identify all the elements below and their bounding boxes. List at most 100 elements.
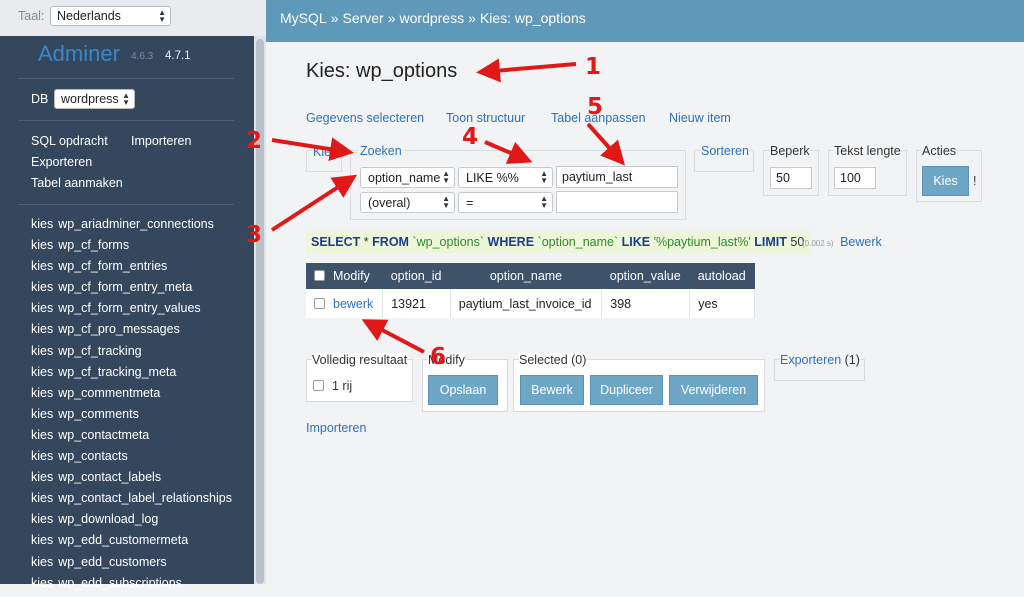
search-operator-select[interactable]: LIKE %% ▲ ▼	[458, 167, 553, 188]
sidebar-table-kies[interactable]: kies	[31, 576, 53, 590]
sidebar-scrollbar[interactable]	[254, 36, 266, 584]
sidebar-table-name[interactable]: wp_edd_customers	[58, 555, 166, 569]
adminer-logo[interactable]: Adminer	[38, 41, 120, 67]
sidebar-table-item[interactable]: kies wp_contact_label_relationships	[31, 491, 232, 512]
tab-show-structure[interactable]: Toon structuur	[446, 111, 525, 125]
sidebar-table-item[interactable]: kies wp_ariadminer_connections	[31, 217, 232, 238]
search-operator-select-2[interactable]: = ▲ ▼	[458, 192, 553, 213]
sidebar-table-name[interactable]: wp_download_log	[58, 512, 158, 526]
bulk-edit-button[interactable]: Bewerk	[520, 375, 584, 405]
tab-new-item[interactable]: Nieuw item	[669, 111, 731, 125]
sidebar-table-item[interactable]: kies wp_download_log	[31, 512, 232, 533]
sidebar-table-item[interactable]: kies wp_cf_pro_messages	[31, 322, 232, 343]
sidebar-table-kies[interactable]: kies	[31, 555, 53, 569]
header-option-value[interactable]: option_value	[601, 263, 690, 289]
full-result-checkbox[interactable]	[313, 380, 324, 391]
tab-select-data[interactable]: Gegevens selecteren	[306, 111, 424, 125]
version-new[interactable]: 4.7.1	[165, 50, 191, 62]
sidebar-table-kies[interactable]: kies	[31, 259, 53, 273]
sidebar-table-item[interactable]: kies wp_edd_customers	[31, 555, 232, 576]
header-modify-label: Modify	[333, 269, 370, 283]
sidebar-table-name[interactable]: wp_cf_form_entry_meta	[58, 280, 192, 294]
delete-button[interactable]: Verwijderen	[669, 375, 758, 405]
select-columns-legend[interactable]: Kies	[313, 145, 338, 159]
sidebar-table-item[interactable]: kies wp_edd_subscriptions	[31, 576, 232, 597]
row-checkbox[interactable]	[314, 297, 325, 309]
search-column-select[interactable]: option_name ▲ ▼	[360, 167, 455, 188]
sidebar-table-item[interactable]: kies wp_cf_form_entry_meta	[31, 280, 232, 301]
save-button[interactable]: Opslaan	[428, 375, 498, 405]
search-value-input[interactable]: paytium_last	[556, 166, 678, 188]
export-link[interactable]: Exporteren	[31, 155, 92, 169]
sidebar-table-name[interactable]: wp_cf_tracking_meta	[58, 365, 176, 379]
sidebar-table-kies[interactable]: kies	[31, 428, 53, 442]
sidebar-table-kies[interactable]: kies	[31, 386, 53, 400]
sidebar-table-kies[interactable]: kies	[31, 301, 53, 315]
sidebar-table-item[interactable]: kies wp_cf_tracking	[31, 344, 232, 365]
header-option-name[interactable]: option_name	[450, 263, 602, 289]
sidebar-table-item[interactable]: kies wp_cf_tracking_meta	[31, 365, 232, 386]
search-column-select-2[interactable]: (overal) ▲ ▼	[360, 192, 455, 213]
sidebar-table-item[interactable]: kies wp_cf_form_entries	[31, 259, 232, 280]
sql-command-link[interactable]: SQL opdracht	[31, 134, 108, 148]
sidebar-table-kies[interactable]: kies	[31, 449, 53, 463]
sidebar-table-item[interactable]: kies wp_contactmeta	[31, 428, 232, 449]
import-toggle-link[interactable]: Importeren	[306, 421, 366, 435]
sort-legend[interactable]: Sorteren	[701, 144, 749, 158]
sidebar-table-kies[interactable]: kies	[31, 365, 53, 379]
sidebar-table-item[interactable]: kies wp_contact_labels	[31, 470, 232, 491]
breadcrumb-item[interactable]: MySQL	[280, 10, 327, 26]
sidebar-table-name[interactable]: wp_cf_form_entries	[58, 259, 167, 273]
sidebar: Taal: Nederlands ▲ ▼ Adminer 4.6.3 4.7.1 …	[0, 0, 266, 590]
sidebar-table-kies[interactable]: kies	[31, 470, 53, 484]
header-modify[interactable]: Modify	[306, 263, 383, 289]
header-autoload[interactable]: autoload	[689, 263, 755, 289]
limit-input[interactable]: 50	[770, 167, 812, 189]
text-length-input[interactable]: 100	[834, 167, 876, 189]
sidebar-table-name[interactable]: wp_comments	[58, 407, 139, 421]
breadcrumb-item[interactable]: Server	[342, 10, 383, 26]
sidebar-table-kies[interactable]: kies	[31, 280, 53, 294]
sidebar-table-item[interactable]: kies wp_commentmeta	[31, 386, 232, 407]
sidebar-table-kies[interactable]: kies	[31, 491, 53, 505]
sidebar-table-name[interactable]: wp_contacts	[58, 449, 127, 463]
sidebar-table-name[interactable]: wp_cf_form_entry_values	[58, 301, 200, 315]
sidebar-table-item[interactable]: kies wp_contacts	[31, 449, 232, 470]
search-legend[interactable]: Zoeken	[358, 144, 404, 158]
sidebar-table-kies[interactable]: kies	[31, 322, 53, 336]
sidebar-table-name[interactable]: wp_cf_pro_messages	[58, 322, 180, 336]
row-edit-link[interactable]: bewerk	[333, 297, 373, 311]
sql-edit-link[interactable]: Bewerk	[840, 235, 882, 249]
sidebar-table-name[interactable]: wp_edd_subscriptions	[58, 576, 182, 590]
sidebar-table-item[interactable]: kies wp_comments	[31, 407, 232, 428]
export-toggle-link[interactable]: Exporteren	[780, 353, 841, 367]
sidebar-scrollbar-thumb[interactable]	[256, 39, 264, 584]
sidebar-table-name[interactable]: wp_contact_labels	[58, 470, 161, 484]
duplicate-button[interactable]: Dupliceer	[590, 375, 663, 405]
sidebar-table-kies[interactable]: kies	[31, 512, 53, 526]
sidebar-table-kies[interactable]: kies	[31, 344, 53, 358]
sidebar-table-name[interactable]: wp_cf_forms	[58, 238, 129, 252]
sidebar-table-name[interactable]: wp_commentmeta	[58, 386, 160, 400]
create-table-link[interactable]: Tabel aanmaken	[31, 176, 123, 190]
select-submit-button[interactable]: Kies	[922, 166, 969, 196]
sidebar-table-kies[interactable]: kies	[31, 238, 53, 252]
sidebar-table-kies[interactable]: kies	[31, 407, 53, 421]
breadcrumb-item[interactable]: wordpress	[400, 10, 465, 26]
select-all-checkbox[interactable]	[314, 270, 325, 281]
sidebar-table-name[interactable]: wp_edd_customermeta	[58, 533, 188, 547]
database-select[interactable]: wordpress ▲ ▼	[54, 89, 135, 109]
search-value-input-2[interactable]	[556, 191, 678, 213]
import-link[interactable]: Importeren	[131, 134, 191, 148]
language-select[interactable]: Nederlands ▲ ▼	[50, 6, 171, 26]
sidebar-table-name[interactable]: wp_contactmeta	[58, 428, 149, 442]
sidebar-table-kies[interactable]: kies	[31, 533, 53, 547]
sidebar-table-item[interactable]: kies wp_edd_customermeta	[31, 533, 232, 554]
sidebar-table-item[interactable]: kies wp_cf_form_entry_values	[31, 301, 232, 322]
header-option-id[interactable]: option_id	[382, 263, 451, 289]
sidebar-table-name[interactable]: wp_ariadminer_connections	[58, 217, 214, 231]
sidebar-table-name[interactable]: wp_contact_label_relationships	[58, 491, 232, 505]
sidebar-table-item[interactable]: kies wp_cf_forms	[31, 238, 232, 259]
sidebar-table-kies[interactable]: kies	[31, 217, 53, 231]
sidebar-table-name[interactable]: wp_cf_tracking	[58, 344, 141, 358]
